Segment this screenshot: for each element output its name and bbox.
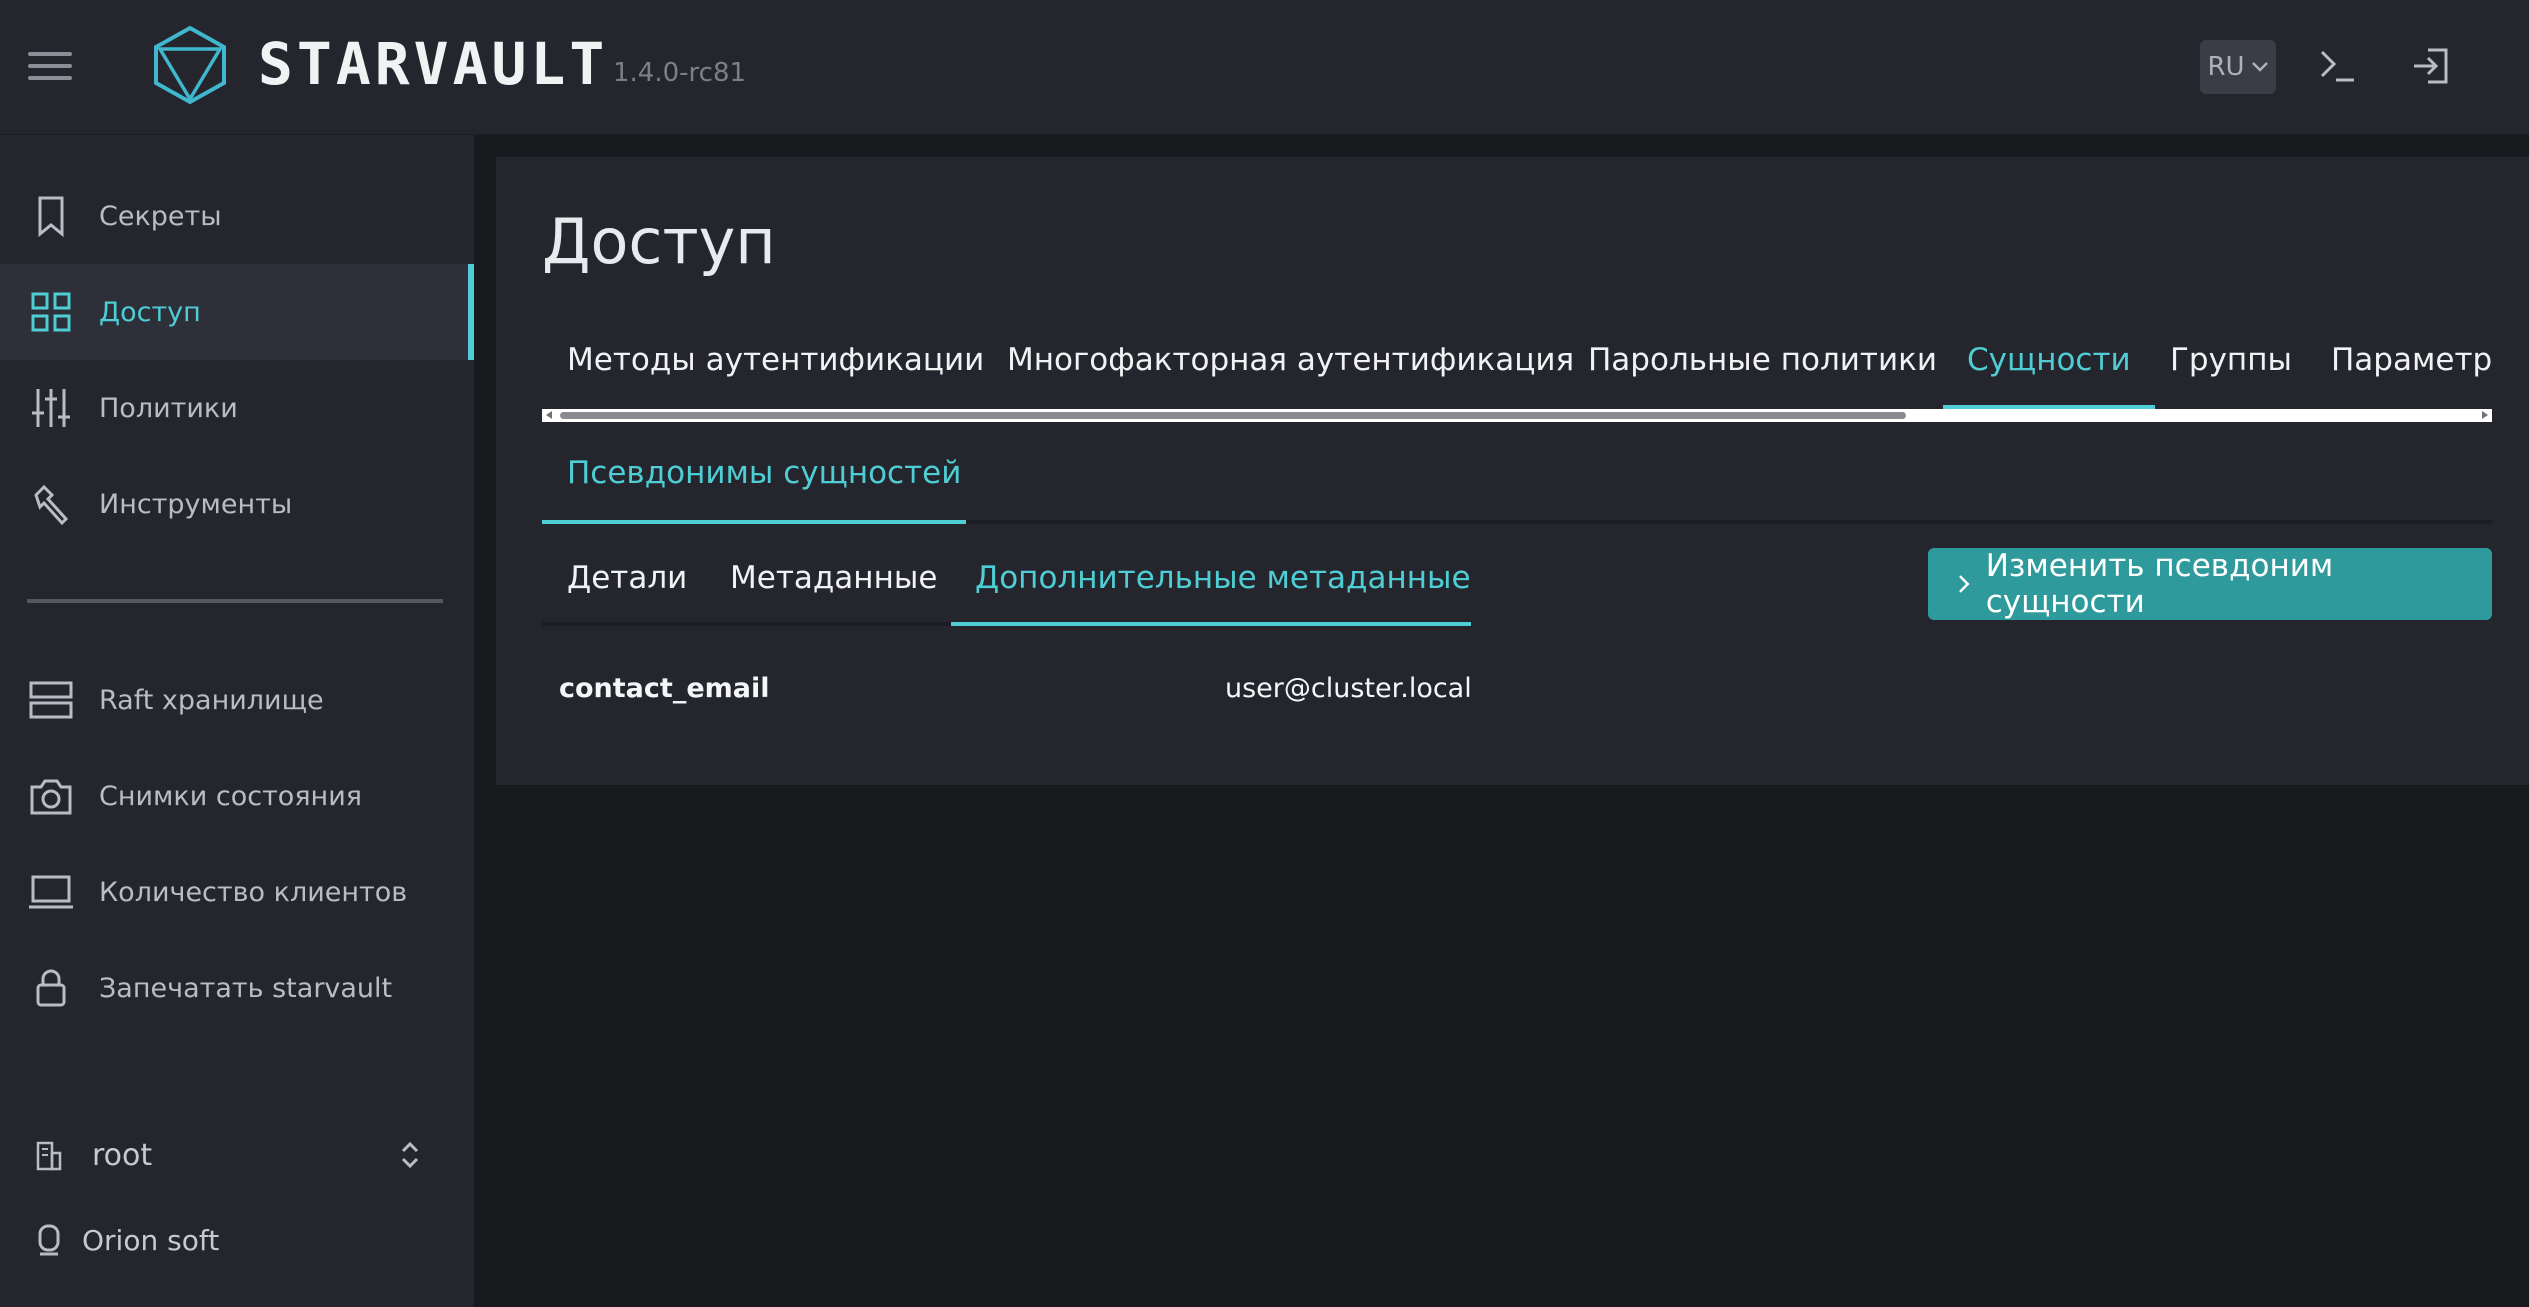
sidebar-item-label: Политики xyxy=(99,392,238,424)
sliders-icon xyxy=(32,389,70,427)
chevron-down-icon xyxy=(2251,62,2268,72)
grid-icon xyxy=(31,292,71,332)
chevron-up-down-icon xyxy=(401,1141,419,1169)
tabs-scrollbar[interactable] xyxy=(542,409,2492,422)
namespace-picker[interactable]: root xyxy=(0,1120,474,1190)
logout-icon[interactable] xyxy=(2408,42,2456,90)
sidebar-item-label: Снимки состояния xyxy=(99,780,362,812)
tab-groups[interactable]: Группы xyxy=(2170,330,2292,410)
sidebar-item-tools[interactable]: Инструменты xyxy=(0,456,474,552)
metadata-key: contact_email xyxy=(559,673,770,704)
tab-metadata[interactable]: Метаданные xyxy=(730,560,937,596)
camera-icon xyxy=(30,779,72,815)
laptop-icon xyxy=(29,875,73,909)
orion-logo-icon xyxy=(38,1224,60,1256)
scrollbar-thumb[interactable] xyxy=(560,412,1906,419)
sidebar-item-snapshots[interactable]: Снимки состояния xyxy=(0,748,474,844)
tab-auth-methods[interactable]: Методы аутентификации xyxy=(567,330,984,410)
brand-name[interactable]: STARVAULT xyxy=(258,32,608,96)
sidebar-item-raft-storage[interactable]: Raft хранилище xyxy=(0,652,474,748)
sidebar-item-label: Доступ xyxy=(99,296,201,328)
sidebar-item-secrets[interactable]: Секреты xyxy=(0,168,474,264)
language-value: RU xyxy=(2207,52,2245,82)
scroll-left-icon[interactable] xyxy=(546,411,552,419)
chevron-right-icon xyxy=(1959,575,1970,593)
subtab-active-indicator xyxy=(542,520,966,524)
sidebar-item-label: Инструменты xyxy=(99,488,293,520)
tab-custom-metadata[interactable]: Дополнительные метаданные xyxy=(975,560,1471,596)
tab-entities[interactable]: Сущности xyxy=(1943,330,2155,410)
scroll-right-icon[interactable] xyxy=(2482,411,2488,419)
language-select[interactable]: RU xyxy=(2200,40,2276,94)
server-icon xyxy=(29,681,73,719)
organization-name: Orion soft xyxy=(82,1223,220,1257)
lock-icon xyxy=(36,969,66,1007)
starvault-logo-icon[interactable] xyxy=(152,25,228,105)
bookmark-icon xyxy=(38,196,64,238)
menu-icon[interactable] xyxy=(28,52,72,84)
sidebar-item-access[interactable]: Доступ xyxy=(0,264,474,360)
top-header: STARVAULT 1.4.0-rc81 RU xyxy=(0,0,2529,135)
tab-mfa[interactable]: Многофакторная аутентификация xyxy=(1007,330,1574,410)
building-icon xyxy=(36,1141,62,1171)
edit-button-label: Изменить псевдоним сущности xyxy=(1985,548,2334,620)
sidebar-item-label: Запечатать starvault xyxy=(99,972,393,1004)
namespace-value: root xyxy=(92,1137,153,1173)
sidebar-item-label: Raft хранилище xyxy=(99,684,324,716)
sidebar-divider xyxy=(27,599,443,603)
sidebar-item-label: Секреты xyxy=(99,200,222,232)
version-label: 1.4.0-rc81 xyxy=(613,58,747,88)
sidebar-item-seal[interactable]: Запечатать starvault xyxy=(0,940,474,1036)
page-title: Доступ xyxy=(542,205,776,278)
tools-icon xyxy=(34,484,69,526)
sidebar-item-policies[interactable]: Политики xyxy=(0,360,474,456)
terminal-icon[interactable] xyxy=(2314,42,2362,90)
access-tabs: Методы аутентификации Многофакторная аут… xyxy=(542,330,2492,410)
tab-details[interactable]: Детали xyxy=(567,560,687,596)
tab-password-policies[interactable]: Парольные политики xyxy=(1588,330,1937,410)
detail-tab-active-indicator xyxy=(951,622,1471,626)
edit-entity-alias-button[interactable]: Изменить псевдоним сущности xyxy=(1928,548,2492,620)
organization-label: Orion soft xyxy=(0,1205,474,1275)
metadata-value: user@cluster.local xyxy=(1225,673,1472,704)
subtab-entity-aliases[interactable]: Псевдонимы сущностей xyxy=(567,455,961,491)
sidebar-item-client-count[interactable]: Количество клиентов xyxy=(0,844,474,940)
sidebar-item-label: Количество клиентов xyxy=(99,876,408,908)
tab-parameters[interactable]: Параметры xyxy=(2331,330,2492,410)
